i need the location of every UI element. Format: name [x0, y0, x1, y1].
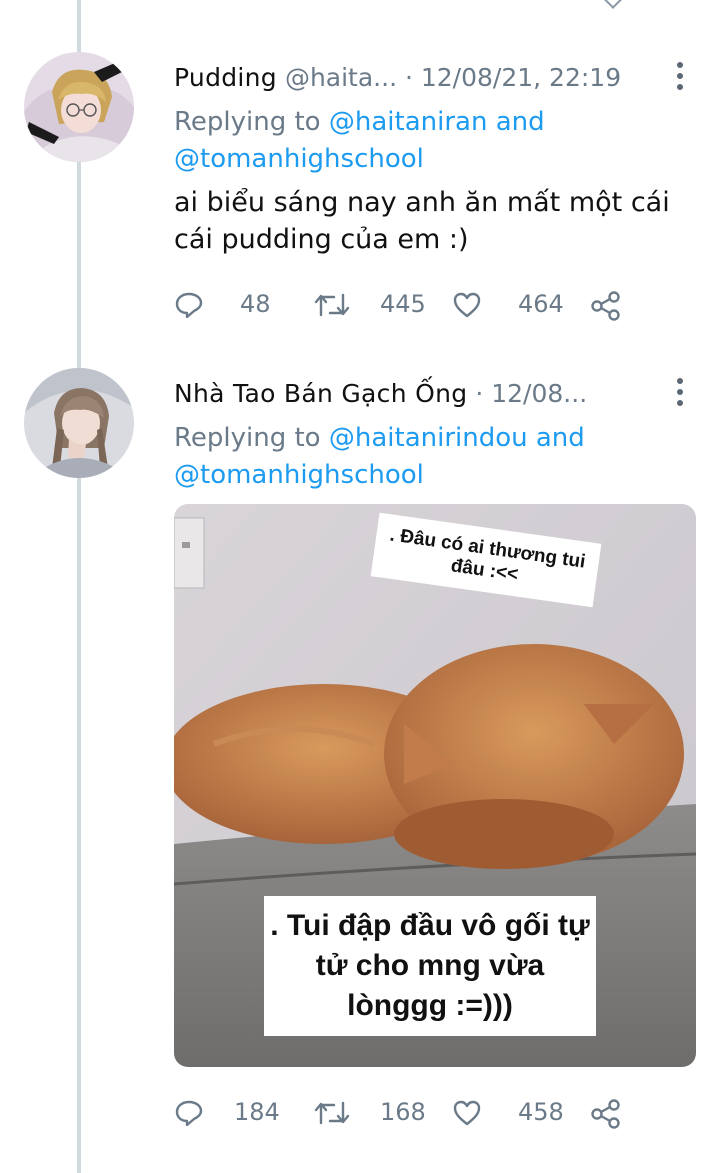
reply-icon [175, 292, 203, 319]
retweet-count: 445 [380, 290, 426, 318]
tweet-header: Nhà Tao Bán Gạch Ống · 12/08... [174, 374, 680, 414]
separator-dot: · [404, 63, 413, 92]
like-count: 464 [518, 290, 564, 318]
reply-and-label[interactable]: and [496, 107, 545, 137]
thread-line [77, 0, 81, 1173]
share-icon [591, 291, 620, 321]
avatar[interactable] [24, 52, 134, 162]
timestamp[interactable]: 12/08... [491, 379, 587, 408]
retweet-count: 168 [380, 1098, 426, 1126]
more-icon[interactable] [676, 378, 684, 408]
mention-link[interactable]: @tomanhighschool [174, 460, 424, 490]
avatar[interactable] [24, 368, 134, 478]
tweet-actions: 184 168 458 [174, 1092, 634, 1132]
share-icon [591, 1099, 620, 1129]
reply-and-label[interactable]: and [536, 423, 585, 453]
chevron-down-icon[interactable] [603, 0, 623, 9]
author-name[interactable]: Pudding [174, 63, 277, 92]
tweet-actions: 48 445 464 [174, 284, 634, 324]
like-count: 458 [518, 1098, 564, 1126]
like-icon [453, 292, 481, 318]
reply-count: 48 [240, 290, 271, 318]
mention-link[interactable]: @haitaniran [329, 107, 488, 137]
author-handle[interactable]: @haita... [285, 63, 397, 92]
reply-count: 184 [234, 1098, 280, 1126]
mention-link[interactable]: @tomanhighschool [174, 144, 424, 174]
separator-dot: · [475, 379, 484, 408]
replying-to: Replying to @haitaniran and @tomanhighsc… [174, 104, 674, 178]
reply-icon [175, 1100, 203, 1127]
like-icon [453, 1100, 481, 1126]
tweet-image[interactable]: . Đâu có ai thương tui đâu :<< . Tui đập… [174, 504, 696, 1067]
tweet-header: Pudding @haita... · 12/08/21, 22:19 [174, 58, 680, 98]
timestamp[interactable]: 12/08/21, 22:19 [421, 63, 621, 92]
replying-to-label: Replying to [174, 107, 321, 137]
replying-to: Replying to @haitanirindou and @tomanhig… [174, 420, 674, 494]
retweet-icon [314, 293, 350, 317]
replying-to-label: Replying to [174, 423, 321, 453]
author-name[interactable]: Nhà Tao Bán Gạch Ống [174, 379, 467, 408]
retweet-icon [314, 1101, 350, 1125]
tweet-text: ai biểu sáng nay anh ăn mất một cái cái … [174, 187, 670, 255]
more-icon[interactable] [676, 62, 684, 92]
mention-link[interactable]: @haitanirindou [329, 423, 528, 453]
image-caption-bottom: . Tui đập đầu vô gối tự tử cho mng vừa l… [264, 896, 596, 1036]
